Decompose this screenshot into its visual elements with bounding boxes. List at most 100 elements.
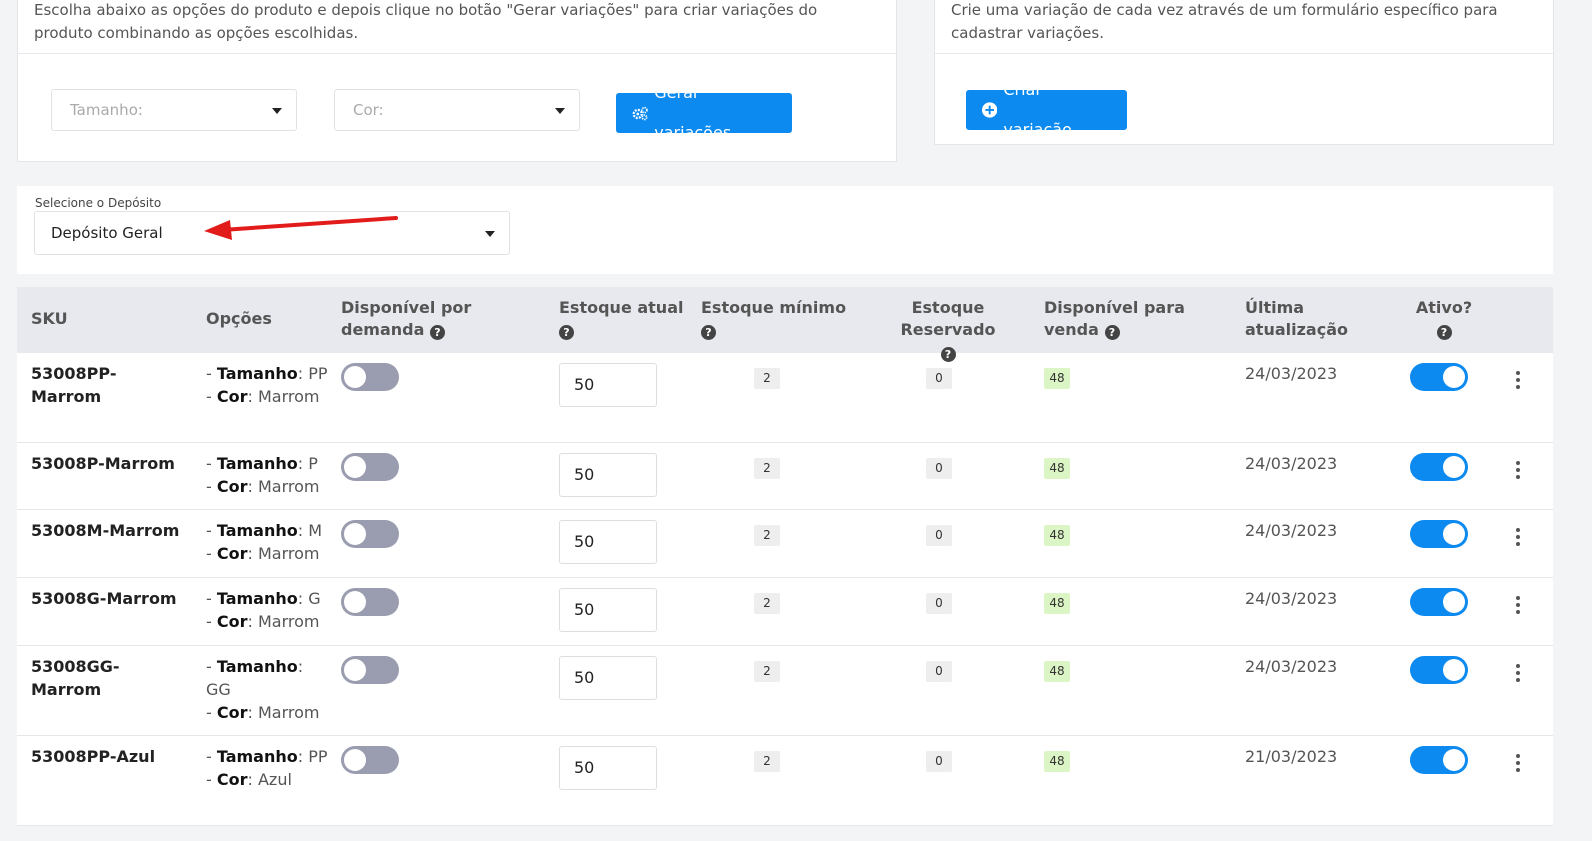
toggle-switch[interactable]	[341, 588, 399, 616]
color-select-placeholder: Cor:	[353, 101, 384, 119]
more-options-icon[interactable]	[1516, 371, 1520, 389]
more-options-icon[interactable]	[1516, 461, 1520, 479]
question-circle-icon[interactable]: ?	[701, 325, 716, 340]
on-demand-toggle[interactable]	[341, 746, 399, 778]
question-circle-icon[interactable]: ?	[1436, 325, 1452, 340]
table-row: 53008P-Marrom - Tamanho: P- Cor: Marrom 50…	[17, 443, 1553, 510]
color-key: Cor	[216, 770, 248, 789]
updated-date: 24/03/2023	[1245, 364, 1338, 383]
stock-field[interactable]: 50	[559, 363, 657, 407]
available-badge: 48	[1044, 525, 1070, 546]
toggle-switch[interactable]	[341, 363, 399, 391]
more-options-icon[interactable]	[1516, 528, 1520, 546]
stock-field[interactable]: 50	[559, 656, 657, 700]
reserved-cell: 0	[926, 457, 952, 479]
color-value: Azul	[257, 770, 292, 789]
stock-field[interactable]: 50	[559, 588, 657, 632]
updated-date: 24/03/2023	[1245, 589, 1338, 608]
more-options-icon[interactable]	[1516, 596, 1520, 614]
table-header: SKU Opções Disponível por demanda ? Esto…	[17, 287, 1553, 362]
sku-cell: 53008PP-Marrom	[31, 364, 117, 406]
toggle-knob	[344, 366, 366, 388]
question-circle-icon[interactable]: ?	[430, 325, 445, 340]
sku-cell: 53008M-Marrom	[31, 521, 180, 540]
toggle-switch[interactable]	[341, 746, 399, 774]
size-value: PP	[308, 364, 328, 383]
toggle-switch[interactable]	[341, 656, 399, 684]
on-demand-toggle[interactable]	[341, 656, 399, 688]
table-row: 53008G-Marrom - Tamanho: G- Cor: Marrom 50…	[17, 578, 1553, 646]
updated-date: 24/03/2023	[1245, 454, 1338, 473]
available-cell: 48	[1044, 524, 1070, 546]
toggle-switch[interactable]	[1410, 746, 1468, 774]
toggle-switch[interactable]	[1410, 520, 1468, 548]
min-stock-badge: 2	[754, 751, 780, 772]
available-badge: 48	[1044, 593, 1070, 614]
deposit-select-value: Depósito Geral	[51, 224, 163, 242]
sku-cell: 53008P-Marrom	[31, 454, 175, 473]
stock-field[interactable]: 50	[559, 453, 657, 497]
header-active-label: Ativo?	[1415, 298, 1473, 317]
question-circle-icon[interactable]: ?	[1104, 325, 1120, 340]
min-stock-badge: 2	[754, 368, 780, 389]
available-cell: 48	[1044, 660, 1070, 682]
color-value: Marrom	[257, 544, 320, 563]
header-reserved-label: Estoque Reservado	[900, 298, 996, 339]
toggle-switch[interactable]	[1410, 588, 1468, 616]
toggle-switch[interactable]	[1410, 656, 1468, 684]
stock-input[interactable]: 50	[559, 588, 657, 632]
min-stock-badge: 2	[754, 661, 780, 682]
size-key: Tamanho	[216, 521, 298, 540]
size-value: M	[308, 521, 323, 540]
color-select[interactable]: Cor:	[334, 89, 580, 131]
options-cell: - Tamanho: GG - Cor: Marrom	[206, 657, 320, 722]
more-options-icon[interactable]	[1516, 754, 1520, 772]
on-demand-toggle[interactable]	[341, 453, 399, 485]
sku-cell: 53008G-Marrom	[31, 589, 177, 608]
deposit-label: Selecione o Depósito	[35, 196, 162, 210]
active-toggle[interactable]	[1410, 520, 1468, 552]
reserved-badge: 0	[926, 525, 952, 546]
toggle-knob	[1443, 591, 1465, 613]
stock-input[interactable]: 50	[559, 746, 657, 790]
active-toggle[interactable]	[1410, 363, 1468, 395]
header-updated: Última atualização	[1245, 298, 1348, 339]
size-value: PP	[308, 747, 328, 766]
header-min-stock: Estoque mínimo ?	[701, 297, 851, 341]
toggle-switch[interactable]	[1410, 363, 1468, 391]
active-toggle[interactable]	[1410, 656, 1468, 688]
toggle-switch[interactable]	[1410, 453, 1468, 481]
toggle-switch[interactable]	[341, 520, 399, 548]
stock-input[interactable]: 50	[559, 453, 657, 497]
stock-input[interactable]: 50	[559, 656, 657, 700]
stock-field[interactable]: 50	[559, 746, 657, 790]
header-stock: Estoque atual ?	[559, 297, 689, 341]
table-body: 53008PP-Marrom - Tamanho: PP - Cor: Marrom…	[17, 353, 1553, 826]
table-row: 53008M-Marrom - Tamanho: M- Cor: Marrom 50…	[17, 510, 1553, 578]
stock-field[interactable]: 50	[559, 520, 657, 564]
options-cell: - Tamanho: M- Cor: Marrom	[206, 521, 323, 563]
stock-input[interactable]: 50	[559, 520, 657, 564]
question-circle-icon[interactable]: ?	[559, 325, 574, 340]
size-select[interactable]: Tamanho:	[51, 89, 297, 131]
active-toggle[interactable]	[1410, 588, 1468, 620]
table-row: 53008PP-Azul - Tamanho: PP - Cor: Azul 50 2 0…	[17, 736, 1553, 826]
min-stock-badge: 2	[754, 458, 780, 479]
header-on-demand: Disponível por demanda ?	[341, 297, 491, 341]
size-key: Tamanho	[216, 454, 298, 473]
header-options: Opções	[206, 309, 272, 328]
on-demand-toggle[interactable]	[341, 520, 399, 552]
reserved-badge: 0	[926, 661, 952, 682]
generate-variations-button[interactable]: Gerar variações	[616, 83, 792, 142]
stock-input[interactable]: 50	[559, 363, 657, 407]
more-options-icon[interactable]	[1516, 664, 1520, 682]
active-toggle[interactable]	[1410, 453, 1468, 485]
active-toggle[interactable]	[1410, 746, 1468, 778]
on-demand-toggle[interactable]	[341, 588, 399, 620]
sku-cell: 53008PP-Azul	[31, 747, 156, 766]
on-demand-toggle[interactable]	[341, 363, 399, 395]
header-active: Ativo? ?	[1409, 297, 1479, 341]
toggle-switch[interactable]	[341, 453, 399, 481]
min-stock-cell: 2	[754, 524, 780, 546]
create-variation-button[interactable]: Criar variação	[966, 80, 1127, 139]
